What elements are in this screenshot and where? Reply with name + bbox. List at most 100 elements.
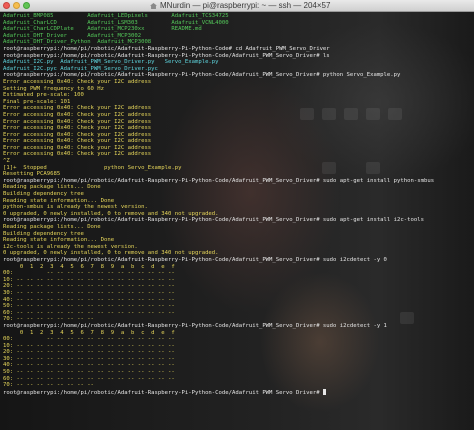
terminal-line: root@raspberrypi:/home/pi/robotic/Adafru…: [3, 178, 474, 185]
terminal-line: Estimated pre-scale: 100: [3, 92, 474, 99]
terminal-line: Error accessing 0x40: Check your I2C add…: [3, 119, 474, 126]
terminal-line: Adafruit_I2C.pyc Adafruit_PWM_Servo_Driv…: [3, 66, 474, 73]
terminal-line-text: root@raspberrypi:/home/pi/robotic/Adafru…: [3, 256, 387, 263]
minimize-button[interactable]: [13, 2, 20, 9]
terminal-line-text: Final pre-scale: 101: [3, 98, 71, 105]
terminal-line: 0 1 2 3 4 5 6 7 8 9 a b c d e f: [3, 330, 474, 337]
terminal-line: Reading state information... Done: [3, 237, 474, 244]
terminal-line: root@raspberrypi:/home/pi/robotic/Adafru…: [3, 388, 474, 396]
terminal-line-text: Adafruit_CharLCDPlate Adafruit_MCP230xx …: [3, 26, 202, 33]
terminal-line: Reading package lists... Done: [3, 224, 474, 231]
terminal-line-text: 70: -- -- -- -- -- -- -- --: [3, 382, 94, 389]
terminal-line: 0 upgraded, 0 newly installed, 0 to remo…: [3, 250, 474, 257]
terminal-line-text: root@raspberrypi:/home/pi/robotic/Adafru…: [3, 45, 330, 52]
terminal-line-text: 0 1 2 3 4 5 6 7 8 9 a b c d e f: [3, 263, 175, 270]
terminal-line: 30: -- -- -- -- -- -- -- -- -- -- -- -- …: [3, 290, 474, 297]
terminal-line: Error accessing 0x40: Check your I2C add…: [3, 79, 474, 86]
terminal-output-area[interactable]: Adafruit_BMP085 Adafruit_LEDpixels Adafr…: [0, 12, 474, 430]
terminal-line: root@raspberrypi:/home/pi/robotic/Adafru…: [3, 257, 474, 264]
terminal-line-text: Error accessing 0x40: Check your I2C add…: [3, 125, 152, 132]
terminal-line-text: root@raspberrypi:/home/pi/robotic/Adafru…: [3, 322, 387, 329]
terminal-line-text: Error accessing 0x40: Check your I2C add…: [3, 151, 152, 158]
terminal-line-text: 60: -- -- -- -- -- -- -- -- -- -- -- -- …: [3, 375, 175, 382]
terminal-line: Building dependency tree: [3, 191, 474, 198]
terminal-line: Reading package lists... Done: [3, 184, 474, 191]
terminal-line-text: Error accessing 0x40: Check your I2C add…: [3, 78, 152, 85]
terminal-line: Reading state information... Done: [3, 198, 474, 205]
terminal-line: 0 upgraded, 0 newly installed, 0 to remo…: [3, 211, 474, 218]
terminal-line-text: root@raspberrypi:/home/pi/robotic/Adafru…: [3, 389, 323, 396]
terminal-line: Building dependency tree: [3, 231, 474, 238]
terminal-line-text: 10: -- -- -- -- -- -- -- -- -- -- -- -- …: [3, 276, 175, 283]
terminal-line-text: Adafruit_DHT_Driver Adafruit_MCP3002: [3, 32, 142, 39]
terminal-line: root@raspberrypi:/home/pi/robotic/Adafru…: [3, 217, 474, 224]
terminal-line-text: 00: -- -- -- -- -- -- -- -- -- -- -- -- …: [3, 336, 175, 343]
terminal-line: 00: -- -- -- -- -- -- -- -- -- -- -- -- …: [3, 270, 474, 277]
terminal-line-text: i2c-tools is already the newest version.: [3, 243, 138, 250]
terminal-line: 40: -- -- -- -- -- -- -- -- -- -- -- -- …: [3, 362, 474, 369]
terminal-line-text: root@raspberrypi:/home/pi/robotic/Adafru…: [3, 217, 424, 224]
terminal-window: MNurdin — pi@raspberrypi: ~ — ssh — 204×…: [0, 0, 474, 430]
terminal-line: [1]+ Stopped python Servo_Example.py: [3, 165, 474, 172]
terminal-line-text: 60: -- -- -- -- -- -- -- -- -- -- -- -- …: [3, 309, 175, 316]
home-folder-icon: [150, 3, 157, 9]
terminal-line-text: Error accessing 0x40: Check your I2C add…: [3, 111, 152, 118]
terminal-line: root@raspberrypi:/home/pi/robotic/Adafru…: [3, 72, 474, 79]
terminal-line-text: 50: -- -- -- -- -- -- -- -- -- -- -- -- …: [3, 369, 175, 376]
terminal-line-text: Error accessing 0x40: Check your I2C add…: [3, 138, 152, 145]
terminal-line: Error accessing 0x40: Check your I2C add…: [3, 105, 474, 112]
terminal-line: 50: -- -- -- -- -- -- -- -- -- -- -- -- …: [3, 369, 474, 376]
terminal-line-text: Adafruit_CharLCD Adafruit_LSM303 Adafrui…: [3, 19, 229, 26]
terminal-line-text: Adafruit_BMP085 Adafruit_LEDpixels Adafr…: [3, 13, 229, 19]
terminal-line: 10: -- -- -- -- -- -- -- -- -- -- -- -- …: [3, 277, 474, 284]
terminal-line: Error accessing 0x40: Check your I2C add…: [3, 145, 474, 152]
terminal-line-text: 50: -- -- -- -- -- -- -- -- -- -- -- -- …: [3, 303, 175, 310]
terminal-line: Error accessing 0x40: Check your I2C add…: [3, 125, 474, 132]
close-button[interactable]: [3, 2, 10, 9]
terminal-line-text: root@raspberrypi:/home/pi/robotic/Adafru…: [3, 177, 435, 184]
terminal-line-text: Reading package lists... Done: [3, 184, 101, 191]
terminal-line: 70: -- -- -- -- -- -- -- --: [3, 316, 474, 323]
window-title-text: MNurdin — pi@raspberrypi: ~ — ssh — 204×…: [160, 1, 331, 10]
terminal-line: Final pre-scale: 101: [3, 99, 474, 106]
terminal-line: ^Z: [3, 158, 474, 165]
terminal-line: Adafruit_BMP085 Adafruit_LEDpixels Adafr…: [3, 13, 474, 20]
title-bar[interactable]: MNurdin — pi@raspberrypi: ~ — ssh — 204×…: [0, 0, 474, 12]
terminal-line-text: 0 upgraded, 0 newly installed, 0 to remo…: [3, 250, 219, 257]
terminal-line-text: ^Z: [3, 158, 10, 165]
terminal-line-text: 0 upgraded, 0 newly installed, 0 to remo…: [3, 210, 219, 217]
terminal-line-text: Error accessing 0x40: Check your I2C add…: [3, 131, 152, 138]
terminal-line-text: Reading package lists... Done: [3, 224, 101, 230]
terminal-line: Error accessing 0x40: Check your I2C add…: [3, 112, 474, 119]
terminal-line: Error accessing 0x40: Check your I2C add…: [3, 132, 474, 139]
terminal-line-text: Error accessing 0x40: Check your I2C add…: [3, 105, 152, 112]
terminal-line-text: root@raspberrypi:/home/pi/robotic/Adafru…: [3, 52, 330, 59]
terminal-line-text: Adafruit_I2C.py Adafruit_PWM_Servo_Drive…: [3, 59, 219, 66]
terminal-line: 40: -- -- -- -- -- -- -- -- -- -- -- -- …: [3, 297, 474, 304]
terminal-line-text: 30: -- -- -- -- -- -- -- -- -- -- -- -- …: [3, 355, 175, 362]
terminal-line-text: Reading state information... Done: [3, 197, 115, 204]
terminal-line-text: 70: -- -- -- -- -- -- -- --: [3, 316, 94, 323]
terminal-line: Error accessing 0x40: Check your I2C add…: [3, 138, 474, 145]
terminal-line-text: 40: -- -- -- -- -- -- -- -- -- -- -- -- …: [3, 362, 175, 369]
terminal-line-text: 40: -- -- -- -- -- -- -- -- -- -- -- -- …: [3, 296, 175, 303]
terminal-line: 10: -- -- -- -- -- -- -- -- -- -- -- -- …: [3, 343, 474, 350]
terminal-line: 60: -- -- -- -- -- -- -- -- -- -- -- -- …: [3, 376, 474, 383]
terminal-line-text: 30: -- -- -- -- -- -- -- -- -- -- -- -- …: [3, 289, 175, 296]
terminal-line: 50: -- -- -- -- -- -- -- -- -- -- -- -- …: [3, 303, 474, 310]
terminal-line-text: 00: -- -- -- -- -- -- -- -- -- -- -- -- …: [3, 270, 175, 277]
terminal-line: python-smbus is already the newest versi…: [3, 204, 474, 211]
text-cursor: [322, 388, 326, 395]
terminal-line: root@raspberrypi:/home/pi/robotic/Adafru…: [3, 53, 474, 60]
window-controls: [3, 2, 30, 10]
terminal-line: Adafruit_I2C.py Adafruit_PWM_Servo_Drive…: [3, 59, 474, 66]
terminal-line-text: Error accessing 0x40: Check your I2C add…: [3, 144, 152, 151]
terminal-line: 70: -- -- -- -- -- -- -- --: [3, 382, 474, 389]
terminal-line: Adafruit_CharLCDPlate Adafruit_MCP230xx …: [3, 26, 474, 33]
terminal-line-text: 0 1 2 3 4 5 6 7 8 9 a b c d e f: [3, 329, 175, 336]
terminal-line: Setting PWM frequency to 60 Hz: [3, 86, 474, 93]
window-title: MNurdin — pi@raspberrypi: ~ — ssh — 204×…: [150, 0, 474, 12]
zoom-button[interactable]: [23, 2, 30, 9]
terminal-line: 20: -- -- -- -- -- -- -- -- -- -- -- -- …: [3, 283, 474, 290]
terminal-line-text: Adafruit_DHT_Driver_Python Adafruit_MCP3…: [3, 39, 152, 46]
